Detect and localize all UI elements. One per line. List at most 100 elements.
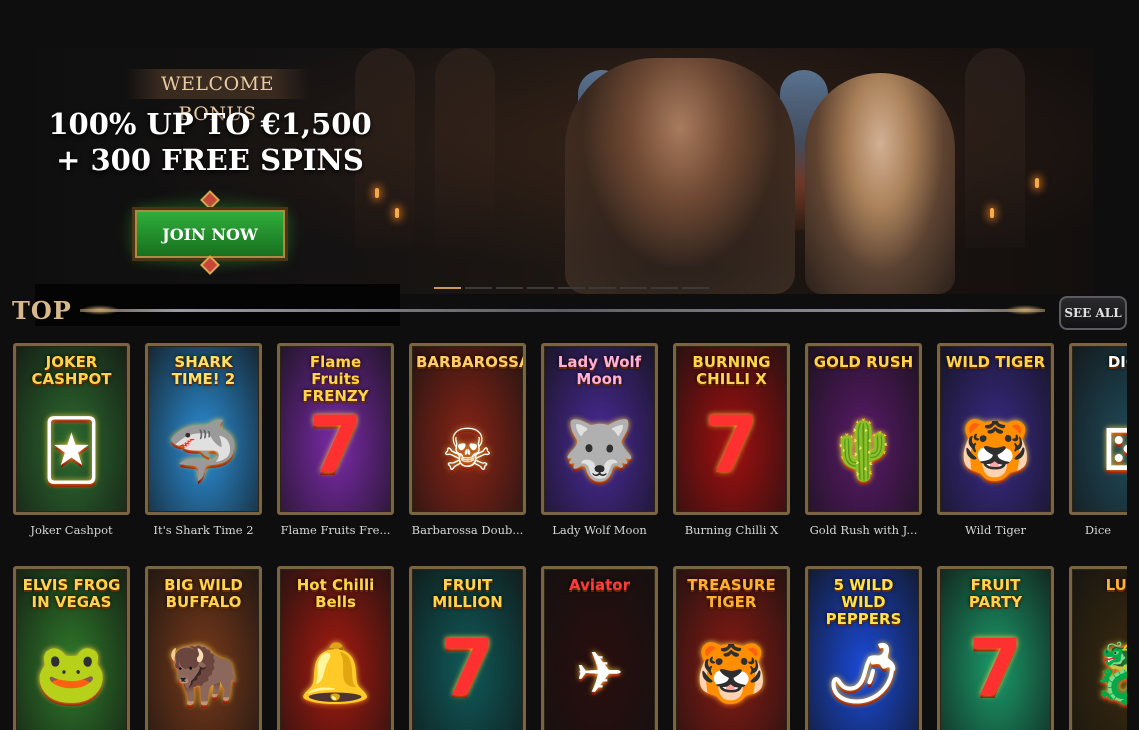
stained-glass-window <box>578 70 626 230</box>
game-card[interactable]: GOLD RUSH 🌵 Gold Rush with J... <box>805 343 922 539</box>
candle <box>395 208 399 218</box>
carousel-indicators <box>434 287 709 289</box>
game-thumbnail[interactable]: SHARK TIME! 2 🦈 <box>145 343 262 515</box>
game-thumbnail[interactable]: FRUIT MILLION 7 <box>409 566 526 730</box>
tiger-icon: 🐯 <box>959 416 1032 484</box>
game-thumbnail[interactable]: BIG WILD BUFFALO 🦬 <box>145 566 262 730</box>
carousel-dot[interactable] <box>527 287 554 289</box>
game-title[interactable]: Flame Fruits Fre... <box>277 523 394 539</box>
game-thumbnail[interactable]: WILD TIGER 🐯 <box>937 343 1054 515</box>
game-logo-text: GOLD RUSH <box>813 353 914 371</box>
game-title[interactable]: Wild Tiger <box>937 523 1054 539</box>
game-title[interactable]: Barbarossa Doub... <box>409 523 526 539</box>
game-logo-text: SHARK TIME! 2 <box>171 353 236 388</box>
game-logo-text: 5 WILD WILD PEPPERS <box>825 576 902 628</box>
shark-icon: 🦈 <box>167 416 240 484</box>
seven-icon: 7 <box>704 401 759 491</box>
wolf-icon: 🐺 <box>563 416 636 484</box>
stained-glass-window <box>780 70 828 230</box>
game-thumbnail[interactable]: ELVIS FROG IN VEGAS 🐸 <box>13 566 130 730</box>
offer-line-2: + 300 FREE SPINS <box>56 143 364 177</box>
game-card[interactable]: TREASURE TIGER 🐯 <box>673 566 790 730</box>
carousel-dot[interactable] <box>496 287 523 289</box>
game-card[interactable]: LUCK 🐉 <box>1069 566 1127 730</box>
candle <box>375 188 379 198</box>
pepper-icon: 🌶 <box>826 639 901 707</box>
game-card[interactable]: Lady Wolf Moon 🐺 Lady Wolf Moon <box>541 343 658 539</box>
game-thumbnail[interactable]: LUCK 🐉 <box>1069 566 1127 730</box>
game-logo-text: Aviator <box>569 576 630 594</box>
background-arch <box>965 48 1025 248</box>
game-card[interactable]: Aviator ✈ <box>541 566 658 730</box>
game-title[interactable]: Gold Rush with J... <box>805 523 922 539</box>
candle <box>990 208 994 218</box>
game-logo-text: BURNING CHILLI X <box>692 353 771 388</box>
carousel-dot[interactable] <box>434 287 461 289</box>
game-logo-text: Lady Wolf Moon <box>557 353 642 388</box>
game-card[interactable]: DICE ⚄ Dice <box>1069 343 1127 539</box>
carousel-dot[interactable] <box>651 287 678 289</box>
game-thumbnail[interactable]: GOLD RUSH 🌵 <box>805 343 922 515</box>
dragon-icon: 🐉 <box>1072 639 1127 708</box>
game-logo-text: WILD TIGER <box>945 353 1046 371</box>
game-thumbnail[interactable]: Hot Chilli Bells 🔔 <box>277 566 394 730</box>
join-now-button[interactable]: JOIN NOW <box>135 210 285 258</box>
game-thumbnail[interactable]: Aviator ✈ <box>541 566 658 730</box>
game-card[interactable]: FRUIT PARTY 7 <box>937 566 1054 730</box>
game-title[interactable]: Burning Chilli X <box>673 523 790 539</box>
game-card[interactable]: WILD TIGER 🐯 Wild Tiger <box>937 343 1054 539</box>
game-title[interactable]: Dice <box>1069 523 1127 539</box>
seven-icon: 7 <box>308 401 363 491</box>
game-logo-text: TREASURE TIGER <box>687 576 776 611</box>
carousel-dot[interactable] <box>620 287 647 289</box>
carousel-dot[interactable] <box>682 287 709 289</box>
game-card[interactable]: ELVIS FROG IN VEGAS 🐸 <box>13 566 130 730</box>
candle <box>1035 178 1039 188</box>
game-thumbnail[interactable]: Lady Wolf Moon 🐺 <box>541 343 658 515</box>
game-card[interactable]: SHARK TIME! 2 🦈 It's Shark Time 2 <box>145 343 262 539</box>
plane-icon: ✈ <box>575 639 624 707</box>
bonus-offer: 100% UP TO €1,500 + 300 FREE SPINS <box>40 106 380 178</box>
game-thumbnail[interactable]: TREASURE TIGER 🐯 <box>673 566 790 730</box>
game-thumbnail[interactable]: DICE ⚄ <box>1069 343 1127 515</box>
game-card[interactable]: Flame Fruits FRENZY 7 Flame Fruits Fre... <box>277 343 394 539</box>
game-thumbnail[interactable]: 5 WILD WILD PEPPERS 🌶 <box>805 566 922 730</box>
game-logo-text: BIG WILD BUFFALO <box>164 576 243 611</box>
game-title[interactable]: Joker Cashpot <box>13 523 130 539</box>
carousel-dot[interactable] <box>558 287 585 289</box>
buffalo-icon: 🦬 <box>167 639 240 707</box>
dice-icon: ⚄ <box>1072 416 1127 484</box>
carousel-dot[interactable] <box>465 287 492 289</box>
carousel-dot[interactable] <box>589 287 616 289</box>
background-arch <box>435 48 495 248</box>
games-row: JOKER CASHPOT 🃏 Joker Cashpot SHARK TIME! 2… <box>13 343 1127 539</box>
game-logo-text: Hot Chilli Bells <box>296 576 375 611</box>
game-logo-text: BARBAROSSA <box>416 353 526 371</box>
game-card[interactable]: BARBAROSSA ☠ Barbarossa Doub... <box>409 343 526 539</box>
game-thumbnail[interactable]: BARBAROSSA ☠ <box>409 343 526 515</box>
welcome-bonus-tag: WELCOME BONUS <box>125 69 310 125</box>
game-logo-text: FRUIT PARTY <box>968 576 1023 611</box>
bell-icon: 🔔 <box>299 639 372 707</box>
game-logo-text: Flame Fruits FRENZY <box>302 353 369 405</box>
game-card[interactable]: 5 WILD WILD PEPPERS 🌶 <box>805 566 922 730</box>
game-logo-text: ELVIS FROG IN VEGAS <box>22 576 121 611</box>
game-card[interactable]: JOKER CASHPOT 🃏 Joker Cashpot <box>13 343 130 539</box>
game-card[interactable]: Hot Chilli Bells 🔔 <box>277 566 394 730</box>
join-now-frame: JOIN NOW <box>113 188 308 276</box>
game-title[interactable]: It's Shark Time 2 <box>145 523 262 539</box>
game-thumbnail[interactable]: FRUIT PARTY 7 <box>937 566 1054 730</box>
game-thumbnail[interactable]: BURNING CHILLI X 7 <box>673 343 790 515</box>
games-row: ELVIS FROG IN VEGAS 🐸 BIG WILD BUFFALO 🦬 Hot… <box>13 566 1127 730</box>
game-logo-text: LUCK <box>1105 576 1127 594</box>
game-card[interactable]: FRUIT MILLION 7 <box>409 566 526 730</box>
game-thumbnail[interactable]: JOKER CASHPOT 🃏 <box>13 343 130 515</box>
see-all-button[interactable]: SEE ALL <box>1059 296 1127 330</box>
cactus-icon: 🌵 <box>827 416 900 484</box>
game-card[interactable]: BURNING CHILLI X 7 Burning Chilli X <box>673 343 790 539</box>
game-thumbnail[interactable]: Flame Fruits FRENZY 7 <box>277 343 394 515</box>
game-card[interactable]: BIG WILD BUFFALO 🦬 <box>145 566 262 730</box>
seven-icon: 7 <box>440 624 495 714</box>
ornamental-divider <box>80 305 1045 315</box>
game-title[interactable]: Lady Wolf Moon <box>541 523 658 539</box>
